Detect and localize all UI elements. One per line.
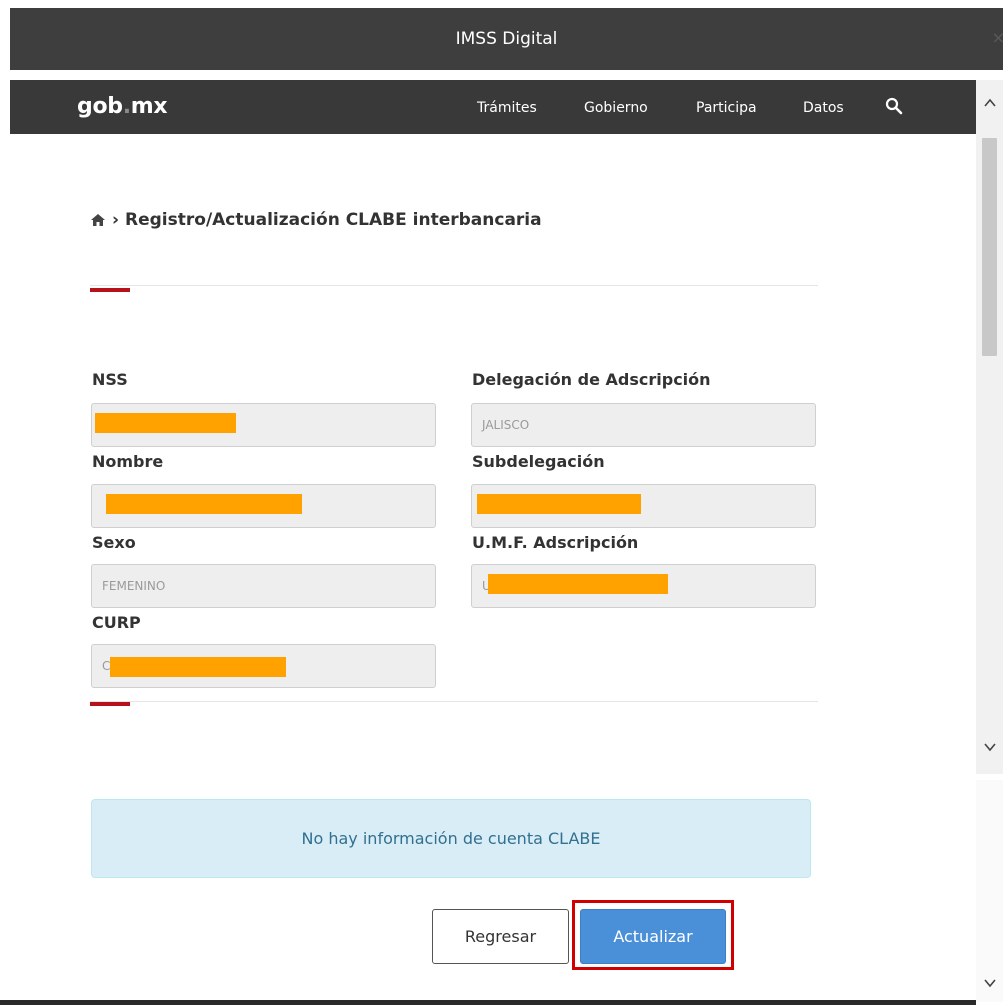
nss-label: NSS — [92, 370, 128, 389]
scroll-down-icon[interactable] — [983, 740, 997, 754]
accent-bar — [90, 702, 130, 706]
sexo-field[interactable]: FEMENINO — [91, 564, 436, 608]
umf-label: U.M.F. Adscripción — [472, 533, 639, 552]
page-title: Registro/Actualización CLABE interbancar… — [125, 210, 542, 230]
section-divider — [90, 701, 818, 702]
page-scrollbar[interactable] — [976, 80, 1003, 774]
back-button[interactable]: Regresar — [432, 909, 569, 964]
nombre-label: Nombre — [92, 452, 164, 471]
breadcrumb: › Registro/Actualización CLABE interbanc… — [90, 210, 542, 230]
page-footer — [0, 1000, 976, 1005]
redaction-mark — [110, 657, 286, 677]
redaction-mark — [477, 494, 641, 514]
brand-logo[interactable]: gob.mx — [77, 94, 168, 119]
sexo-label: Sexo — [92, 533, 136, 552]
nav-item-tramites[interactable]: Trámites — [477, 100, 537, 116]
scrollbar-thumb[interactable] — [982, 138, 997, 356]
home-icon[interactable] — [90, 213, 106, 227]
close-icon[interactable]: × — [992, 28, 1003, 47]
update-button[interactable]: Actualizar — [580, 909, 726, 964]
search-icon[interactable] — [884, 96, 904, 116]
accent-bar — [90, 288, 130, 292]
curp-label: CURP — [92, 613, 141, 632]
nav-item-participa[interactable]: Participa — [696, 100, 757, 116]
redaction-mark — [106, 494, 302, 514]
top-navbar: gob.mx Trámites Gobierno Participa Datos — [10, 80, 976, 134]
subdelegacion-label: Subdelegación — [472, 452, 605, 471]
window-title: IMSS Digital — [455, 29, 558, 49]
delegacion-label: Delegación de Adscripción — [472, 370, 711, 389]
scroll-up-icon[interactable] — [983, 96, 997, 110]
outer-scrollbar[interactable] — [976, 780, 1003, 1002]
breadcrumb-separator: › — [112, 210, 120, 230]
info-alert: No hay información de cuenta CLABE — [91, 799, 811, 878]
nav-item-gobierno[interactable]: Gobierno — [584, 100, 648, 116]
outer-scroll-down-icon[interactable] — [983, 976, 997, 990]
alert-message: No hay información de cuenta CLABE — [301, 829, 601, 848]
redaction-mark — [95, 413, 236, 433]
section-divider — [90, 285, 818, 286]
redaction-mark — [488, 574, 668, 594]
delegacion-field[interactable]: JALISCO — [471, 403, 816, 447]
window-titlebar: IMSS Digital × — [10, 8, 1003, 70]
nav-item-datos[interactable]: Datos — [803, 100, 844, 116]
